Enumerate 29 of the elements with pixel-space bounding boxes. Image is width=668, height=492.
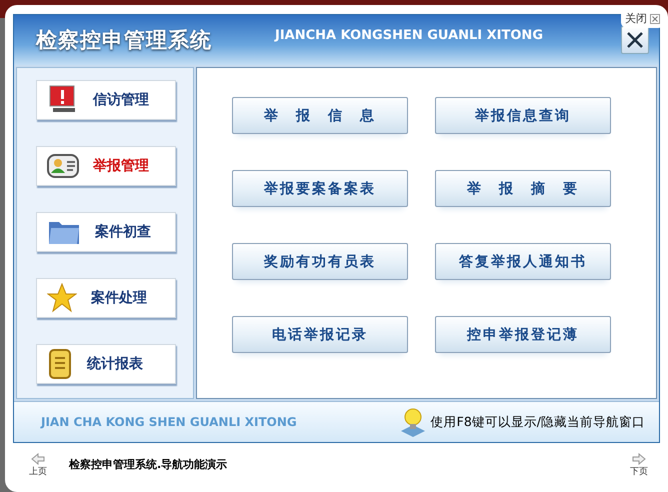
close-button[interactable] bbox=[621, 26, 649, 54]
lightbulb-icon bbox=[398, 407, 427, 437]
contact-card-icon bbox=[47, 153, 79, 179]
sidebar-item[interactable]: 信访管理 bbox=[36, 80, 176, 120]
menu-button[interactable]: 电话举报记录 bbox=[232, 316, 408, 353]
app-subtitle: JIANCHA KONGSHEN GUANLI XITONG bbox=[275, 28, 543, 42]
hint-text: 使用F8键可以显示/隐藏当前导航窗口 bbox=[430, 414, 645, 430]
close-icon bbox=[650, 14, 660, 24]
star-icon bbox=[47, 283, 77, 313]
left-arrow-icon bbox=[31, 453, 45, 465]
sidebar-item[interactable]: 举报管理 bbox=[36, 146, 176, 186]
close-icon bbox=[626, 31, 644, 49]
menu-button[interactable]: 答复举报人通知书 bbox=[435, 243, 611, 280]
menu-button[interactable]: 举报信息查询 bbox=[435, 97, 611, 134]
right-arrow-icon bbox=[632, 453, 646, 465]
previous-page-button[interactable]: 上页 bbox=[29, 453, 47, 478]
caption-text: 检察控申管理系统.导航功能演示 bbox=[69, 457, 228, 472]
footer-brand: JIAN CHA KONG SHEN GUANLI XITONG bbox=[41, 415, 297, 429]
sidebar-item[interactable]: 案件初查 bbox=[36, 212, 176, 252]
menu-button[interactable]: 控申举报登记薄 bbox=[435, 316, 611, 353]
scroll-icon bbox=[47, 348, 73, 380]
menu-button[interactable]: 举 报 摘 要 bbox=[435, 170, 611, 207]
sidebar-item[interactable]: 案件处理 bbox=[36, 278, 176, 318]
menu-button[interactable]: 举 报 信 息 bbox=[232, 97, 408, 134]
menu-button[interactable]: 奖励有功有员表 bbox=[232, 243, 408, 280]
menu-button[interactable]: 举报要案备案表 bbox=[232, 170, 408, 207]
next-page-button[interactable]: 下页 bbox=[630, 453, 648, 478]
sidebar-item[interactable]: 统计报表 bbox=[36, 344, 176, 384]
app-title: 检察控申管理系统 bbox=[36, 27, 212, 54]
